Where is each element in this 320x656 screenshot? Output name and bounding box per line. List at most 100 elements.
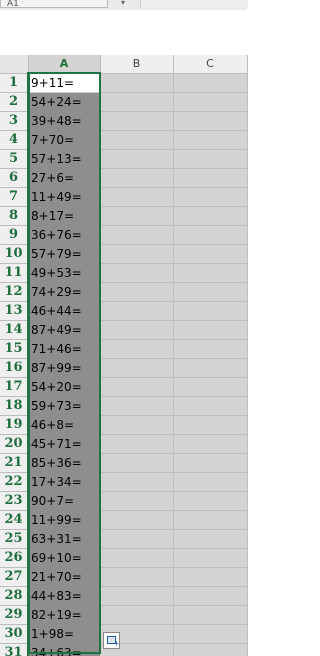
cell-a[interactable]: 57+79= <box>28 244 100 264</box>
cell-b[interactable] <box>100 130 174 150</box>
cell-a[interactable]: 39+48= <box>28 111 100 131</box>
cell-c[interactable] <box>173 415 248 435</box>
row-header[interactable]: 15 <box>0 339 29 359</box>
row-header[interactable]: 11 <box>0 263 29 283</box>
quick-analysis-icon[interactable]: + <box>103 632 120 649</box>
cell-a[interactable]: 46+8= <box>28 415 100 435</box>
cell-b[interactable] <box>100 415 174 435</box>
column-header-c[interactable]: C <box>173 55 248 74</box>
cell-b[interactable] <box>100 510 174 530</box>
cell-c[interactable] <box>173 244 248 264</box>
cell-b[interactable] <box>100 206 174 226</box>
row-header[interactable]: 28 <box>0 586 29 606</box>
cell-a[interactable]: 87+99= <box>28 358 100 378</box>
cell-c[interactable] <box>173 187 248 207</box>
cell-c[interactable] <box>173 111 248 131</box>
cell-c[interactable] <box>173 206 248 226</box>
cell-a[interactable]: 44+83= <box>28 586 100 606</box>
cell-a[interactable]: 71+46= <box>28 339 100 359</box>
cell-c[interactable] <box>173 586 248 606</box>
cell-a[interactable]: 59+73= <box>28 396 100 416</box>
cell-b[interactable] <box>100 358 174 378</box>
row-header[interactable]: 21 <box>0 453 29 473</box>
cell-a[interactable]: 11+49= <box>28 187 100 207</box>
active-cell[interactable]: 9+11= <box>28 73 100 93</box>
cell-b[interactable] <box>100 396 174 416</box>
cell-a[interactable]: 63+31= <box>28 529 100 549</box>
row-header[interactable]: 13 <box>0 301 29 321</box>
row-header[interactable]: 31 <box>0 643 29 656</box>
cell-b[interactable] <box>100 244 174 264</box>
cell-c[interactable] <box>173 92 248 112</box>
cell-b[interactable] <box>100 73 174 93</box>
cell-b[interactable] <box>100 225 174 245</box>
cell-a[interactable]: 1+98= <box>28 624 100 644</box>
row-header[interactable]: 3 <box>0 111 29 131</box>
row-header[interactable]: 7 <box>0 187 29 207</box>
row-header[interactable]: 12 <box>0 282 29 302</box>
cell-a[interactable]: 87+49= <box>28 320 100 340</box>
row-header[interactable]: 24 <box>0 510 29 530</box>
row-header[interactable]: 22 <box>0 472 29 492</box>
cell-b[interactable] <box>100 548 174 568</box>
cell-c[interactable] <box>173 396 248 416</box>
cell-a[interactable]: 85+36= <box>28 453 100 473</box>
select-all-corner[interactable] <box>0 55 29 74</box>
column-header-a[interactable]: A <box>28 55 101 74</box>
row-header[interactable]: 5 <box>0 149 29 169</box>
chevron-down-icon[interactable]: ▾ <box>118 0 128 8</box>
cell-a[interactable]: 49+53= <box>28 263 100 283</box>
cell-b[interactable] <box>100 301 174 321</box>
column-header-b[interactable]: B <box>100 55 174 74</box>
cell-a[interactable]: 74+29= <box>28 282 100 302</box>
row-header[interactable]: 25 <box>0 529 29 549</box>
cell-b[interactable] <box>100 605 174 625</box>
row-header[interactable]: 14 <box>0 320 29 340</box>
cell-a[interactable]: 21+70= <box>28 567 100 587</box>
cell-a[interactable]: 46+44= <box>28 301 100 321</box>
row-header[interactable]: 1 <box>0 73 29 93</box>
cell-b[interactable] <box>100 168 174 188</box>
row-header[interactable]: 26 <box>0 548 29 568</box>
cell-c[interactable] <box>173 434 248 454</box>
cell-a[interactable]: 54+24= <box>28 92 100 112</box>
row-header[interactable]: 2 <box>0 92 29 112</box>
cell-c[interactable] <box>173 73 248 93</box>
row-header[interactable]: 27 <box>0 567 29 587</box>
cell-b[interactable] <box>100 320 174 340</box>
cell-c[interactable] <box>173 548 248 568</box>
cell-c[interactable] <box>173 567 248 587</box>
cell-c[interactable] <box>173 472 248 492</box>
cell-c[interactable] <box>173 263 248 283</box>
cell-a[interactable]: 45+71= <box>28 434 100 454</box>
cell-c[interactable] <box>173 225 248 245</box>
cell-a[interactable]: 7+70= <box>28 130 100 150</box>
cell-b[interactable] <box>100 529 174 549</box>
cell-a[interactable]: 69+10= <box>28 548 100 568</box>
row-header[interactable]: 29 <box>0 605 29 625</box>
row-header[interactable]: 16 <box>0 358 29 378</box>
row-header[interactable]: 10 <box>0 244 29 264</box>
cell-a[interactable]: 11+99= <box>28 510 100 530</box>
cell-c[interactable] <box>173 168 248 188</box>
name-box[interactable]: A1 <box>0 0 108 8</box>
cell-a[interactable]: 34+63= <box>28 643 100 656</box>
cell-a[interactable]: 90+7= <box>28 491 100 511</box>
cell-c[interactable] <box>173 320 248 340</box>
formula-input[interactable] <box>140 0 248 8</box>
cell-c[interactable] <box>173 377 248 397</box>
cell-c[interactable] <box>173 358 248 378</box>
cell-a[interactable]: 54+20= <box>28 377 100 397</box>
cell-c[interactable] <box>173 605 248 625</box>
cell-c[interactable] <box>173 130 248 150</box>
cell-a[interactable]: 82+19= <box>28 605 100 625</box>
row-header[interactable]: 19 <box>0 415 29 435</box>
cell-c[interactable] <box>173 453 248 473</box>
cell-b[interactable] <box>100 567 174 587</box>
cell-c[interactable] <box>173 339 248 359</box>
cell-b[interactable] <box>100 92 174 112</box>
cell-c[interactable] <box>173 510 248 530</box>
cell-c[interactable] <box>173 529 248 549</box>
cell-b[interactable] <box>100 339 174 359</box>
cell-b[interactable] <box>100 586 174 606</box>
